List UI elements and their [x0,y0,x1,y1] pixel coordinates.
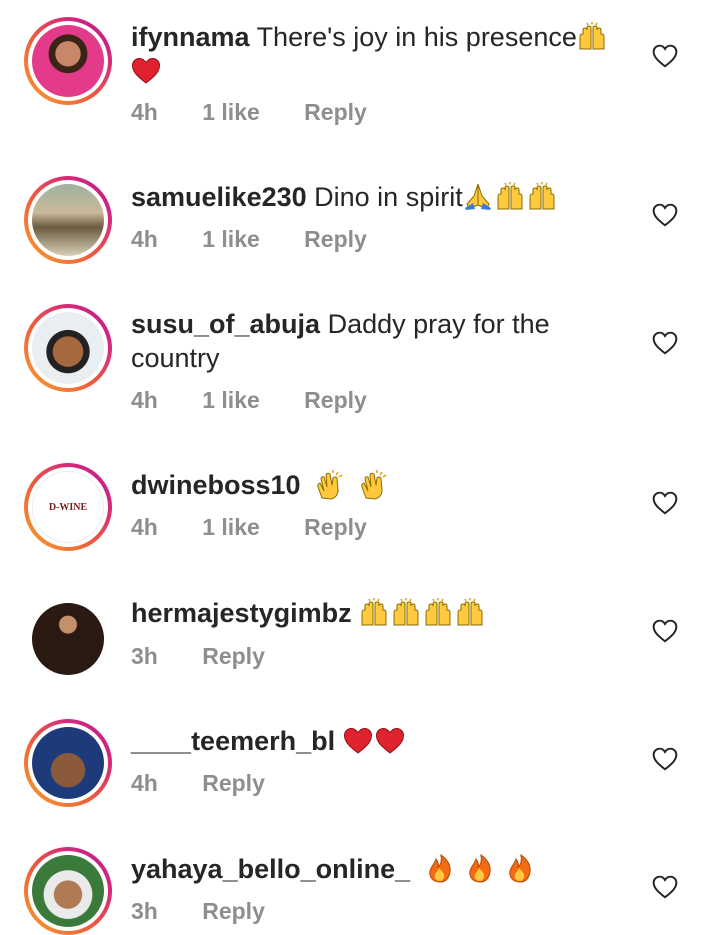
comment-meta: 4h Reply [131,770,303,797]
like-count[interactable]: 1 like [202,99,260,125]
avatar-logo-text: D-WINE [48,501,88,513]
reply-button[interactable]: Reply [304,514,367,540]
fire-icon [426,853,454,883]
like-heart-icon[interactable] [652,875,678,899]
avatar[interactable] [24,847,112,935]
comment-text: dwineboss10 [131,468,630,502]
reply-button[interactable]: Reply [202,898,265,924]
red-heart-icon [375,727,405,755]
comment-text: yahaya_bello_online_ [131,852,630,886]
reply-button[interactable]: Reply [304,226,367,252]
avatar[interactable] [24,595,112,683]
comment-meta: 3h Reply [131,643,303,670]
avatar[interactable]: D-WINE [24,463,112,551]
comment-time: 4h [131,226,158,252]
comment-meta: 4h 1 like Reply [131,514,405,541]
comment-meta: 3h Reply [131,898,303,925]
raising-hands-icon [391,598,421,626]
comment-time: 4h [131,99,158,125]
reply-button[interactable]: Reply [304,387,367,413]
comment-username[interactable]: hermajestygimbz [131,598,352,628]
comment-time: 3h [131,643,158,669]
raising-hands-icon [423,598,453,626]
comment-text: samuelike230 Dino in spirit [131,180,630,214]
reply-button[interactable]: Reply [304,99,367,125]
comment-username[interactable]: yahaya_bello_online_ [131,854,410,884]
comment-text: susu_of_abuja Daddy pray for the country [131,309,550,373]
raising-hands-icon [495,182,525,210]
comment-username[interactable]: ____teemerh_bl [131,726,335,756]
like-heart-icon[interactable] [652,491,678,515]
avatar[interactable] [24,719,112,807]
comment-meta: 4h 1 like Reply [131,99,405,126]
fire-icon [506,853,534,883]
comment-username[interactable]: ifynnama [131,22,250,52]
like-count[interactable]: 1 like [202,514,260,540]
comment-meta: 4h 1 like Reply [131,226,405,253]
fire-icon [466,853,494,883]
like-heart-icon[interactable] [652,203,678,227]
comment-time: 4h [131,387,158,413]
comment-time: 4h [131,514,158,540]
comment-text: hermajestygimbz [131,596,630,630]
comment-text: ifynnama There's joy in his presence [131,20,630,88]
comment-username[interactable]: samuelike230 [131,182,307,212]
like-heart-icon[interactable] [652,747,678,771]
like-heart-icon[interactable] [652,619,678,643]
like-heart-icon[interactable] [652,44,678,68]
comment-text: ____teemerh_bl [131,724,630,758]
like-count[interactable]: 1 like [202,226,260,252]
comment-time: 3h [131,898,158,924]
reply-button[interactable]: Reply [202,643,265,669]
like-count[interactable]: 1 like [202,387,260,413]
red-heart-icon [131,57,161,85]
raising-hands-icon [527,182,557,210]
clapping-hands-icon [358,470,388,500]
raising-hands-icon [577,22,607,50]
comment-username[interactable]: susu_of_abuja [131,309,320,339]
reply-button[interactable]: Reply [202,770,265,796]
like-heart-icon[interactable] [652,331,678,355]
praying-hands-icon [463,182,493,210]
comment-meta: 4h 1 like Reply [131,387,405,414]
red-heart-icon [343,727,373,755]
raising-hands-icon [455,598,485,626]
clapping-hands-icon [314,470,344,500]
raising-hands-icon [359,598,389,626]
comment-time: 4h [131,770,158,796]
comment-username[interactable]: dwineboss10 [131,470,301,500]
avatar[interactable] [24,17,112,105]
avatar[interactable] [24,304,112,392]
avatar[interactable] [24,176,112,264]
